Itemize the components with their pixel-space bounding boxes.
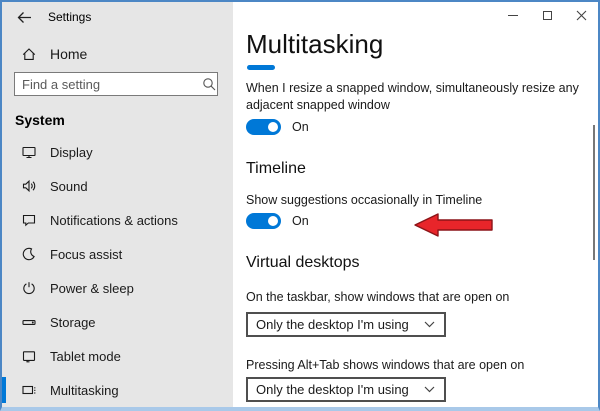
notification-bubble-icon [21,212,37,228]
red-arrow-annotation [414,213,493,237]
taskbar-windows-select[interactable]: Only the desktop I'm using [246,312,446,337]
sidebar-item-multitasking[interactable]: Multitasking [2,373,233,407]
titlebar: Settings [14,6,91,28]
sidebar: Settings Home System [2,2,233,407]
timeline-suggestions-toggle[interactable] [246,213,281,229]
sidebar-item-storage[interactable]: Storage [2,305,233,339]
timeline-heading: Timeline [246,160,306,177]
settings-window: Settings Home System [0,0,600,411]
power-icon [21,280,37,296]
sidebar-section-label: System [15,112,65,128]
sidebar-item-label: Tablet mode [50,348,121,364]
sidebar-item-label: Display [50,144,93,160]
vertical-scrollbar-thumb[interactable] [593,125,595,260]
minimize-button[interactable] [496,2,530,28]
snap-toggle-state: On [292,120,309,134]
sidebar-item-label: Notifications & actions [50,212,178,228]
search-box [14,72,218,96]
search-icon[interactable] [198,77,223,91]
maximize-icon [542,10,552,20]
sidebar-item-display[interactable]: Display [2,135,233,169]
title-accent-bar [247,65,275,70]
sidebar-item-tablet-mode[interactable]: Tablet mode [2,339,233,373]
timeline-suggestions-label: Show suggestions occasionally in Timelin… [246,193,483,207]
maximize-button[interactable] [530,2,564,28]
main-content: Multitasking When I resize a snapped win… [233,2,598,407]
tablet-icon [21,348,37,364]
sidebar-item-label: Power & sleep [50,280,134,296]
sidebar-nav: Display Sound Notifications & actions Fo… [2,135,233,407]
sidebar-item-sound[interactable]: Sound [2,169,233,203]
multitasking-icon [21,382,37,398]
home-icon [22,48,36,60]
taskbar-windows-select-value: Only the desktop I'm using [256,317,409,332]
sidebar-item-focus-assist[interactable]: Focus assist [2,237,233,271]
timeline-toggle-state: On [292,214,309,228]
sidebar-item-notifications[interactable]: Notifications & actions [2,203,233,237]
snap-setting-label: When I resize a snapped window, simultan… [246,81,579,112]
alt-tab-windows-select[interactable]: Only the desktop I'm using [246,377,446,402]
search-input[interactable] [15,76,198,92]
crescent-moon-icon [21,246,37,262]
taskbar-windows-label: On the taskbar, show windows that are op… [246,290,510,304]
alt-tab-windows-label: Pressing Alt+Tab shows windows that are … [246,358,525,372]
sidebar-item-label: Focus assist [50,246,123,262]
minimize-icon [508,14,518,16]
drive-icon [21,314,37,330]
virtual-desktops-heading: Virtual desktops [246,254,360,271]
app-title: Settings [48,10,92,24]
window-controls [496,2,598,28]
sidebar-item-home[interactable]: Home [21,42,87,66]
sidebar-item-label: Storage [50,314,96,330]
close-button[interactable] [564,2,598,28]
chevron-down-icon [424,321,435,328]
back-arrow-icon [17,11,31,23]
chevron-down-icon [424,386,435,393]
sidebar-item-power-sleep[interactable]: Power & sleep [2,271,233,305]
back-button[interactable] [14,7,34,27]
close-icon [576,10,586,20]
page-title: Multitasking [246,29,384,59]
sidebar-item-label: Sound [50,178,88,194]
sidebar-item-label: Multitasking [50,382,119,398]
home-label: Home [50,46,88,62]
alt-tab-windows-select-value: Only the desktop I'm using [256,382,409,397]
display-icon [21,144,37,160]
speaker-icon [21,178,37,194]
snap-resize-toggle[interactable] [246,119,281,135]
